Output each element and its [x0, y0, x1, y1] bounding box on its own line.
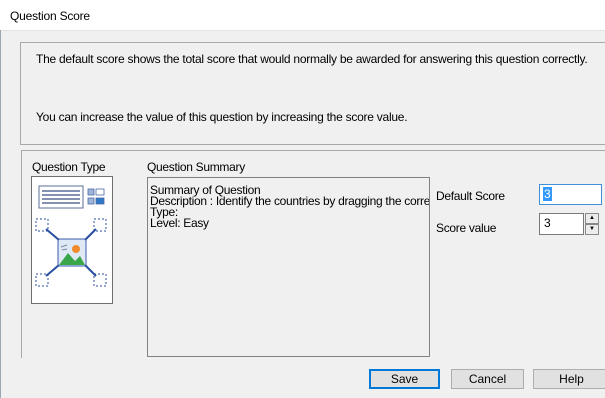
default-score-label: Default Score — [436, 189, 505, 203]
question-summary-label: Question Summary — [147, 160, 245, 174]
window-border — [0, 30, 1, 398]
score-value-spinner[interactable]: ▲ ▼ — [585, 213, 599, 235]
chevron-down-icon: ▼ — [589, 226, 595, 232]
score-value-input[interactable]: 3 — [539, 213, 584, 235]
question-details-panel: Question Type Question Summary Summary o… — [21, 150, 605, 358]
spin-up-button[interactable]: ▲ — [585, 213, 599, 224]
drag-and-drop-image-question-icon — [35, 185, 107, 287]
chevron-up-icon: ▲ — [589, 215, 595, 221]
info-text-increase-score: You can increase the value of this quest… — [36, 110, 408, 124]
default-score-field[interactable]: 3 — [539, 184, 602, 205]
title-bar[interactable]: Question Score — [0, 0, 605, 31]
question-type-thumbnail — [31, 176, 113, 304]
cancel-button[interactable]: Cancel — [451, 369, 524, 389]
help-button[interactable]: Help — [533, 369, 605, 389]
default-score-value: 3 — [543, 187, 552, 201]
save-button[interactable]: Save — [369, 369, 440, 389]
score-value-text: 3 — [544, 216, 551, 230]
summary-line: Description : Identify the countries by … — [150, 194, 430, 208]
info-panel: The default score shows the total score … — [20, 42, 605, 145]
question-type-label: Question Type — [32, 160, 106, 174]
score-value-label: Score value — [436, 221, 497, 235]
window-title: Question Score — [10, 9, 90, 23]
question-summary-box[interactable]: Summary of Question Description : Identi… — [147, 177, 430, 357]
info-text-default-score: The default score shows the total score … — [36, 52, 588, 66]
summary-line: Level: Easy — [150, 216, 209, 230]
spin-down-button[interactable]: ▼ — [585, 224, 599, 235]
